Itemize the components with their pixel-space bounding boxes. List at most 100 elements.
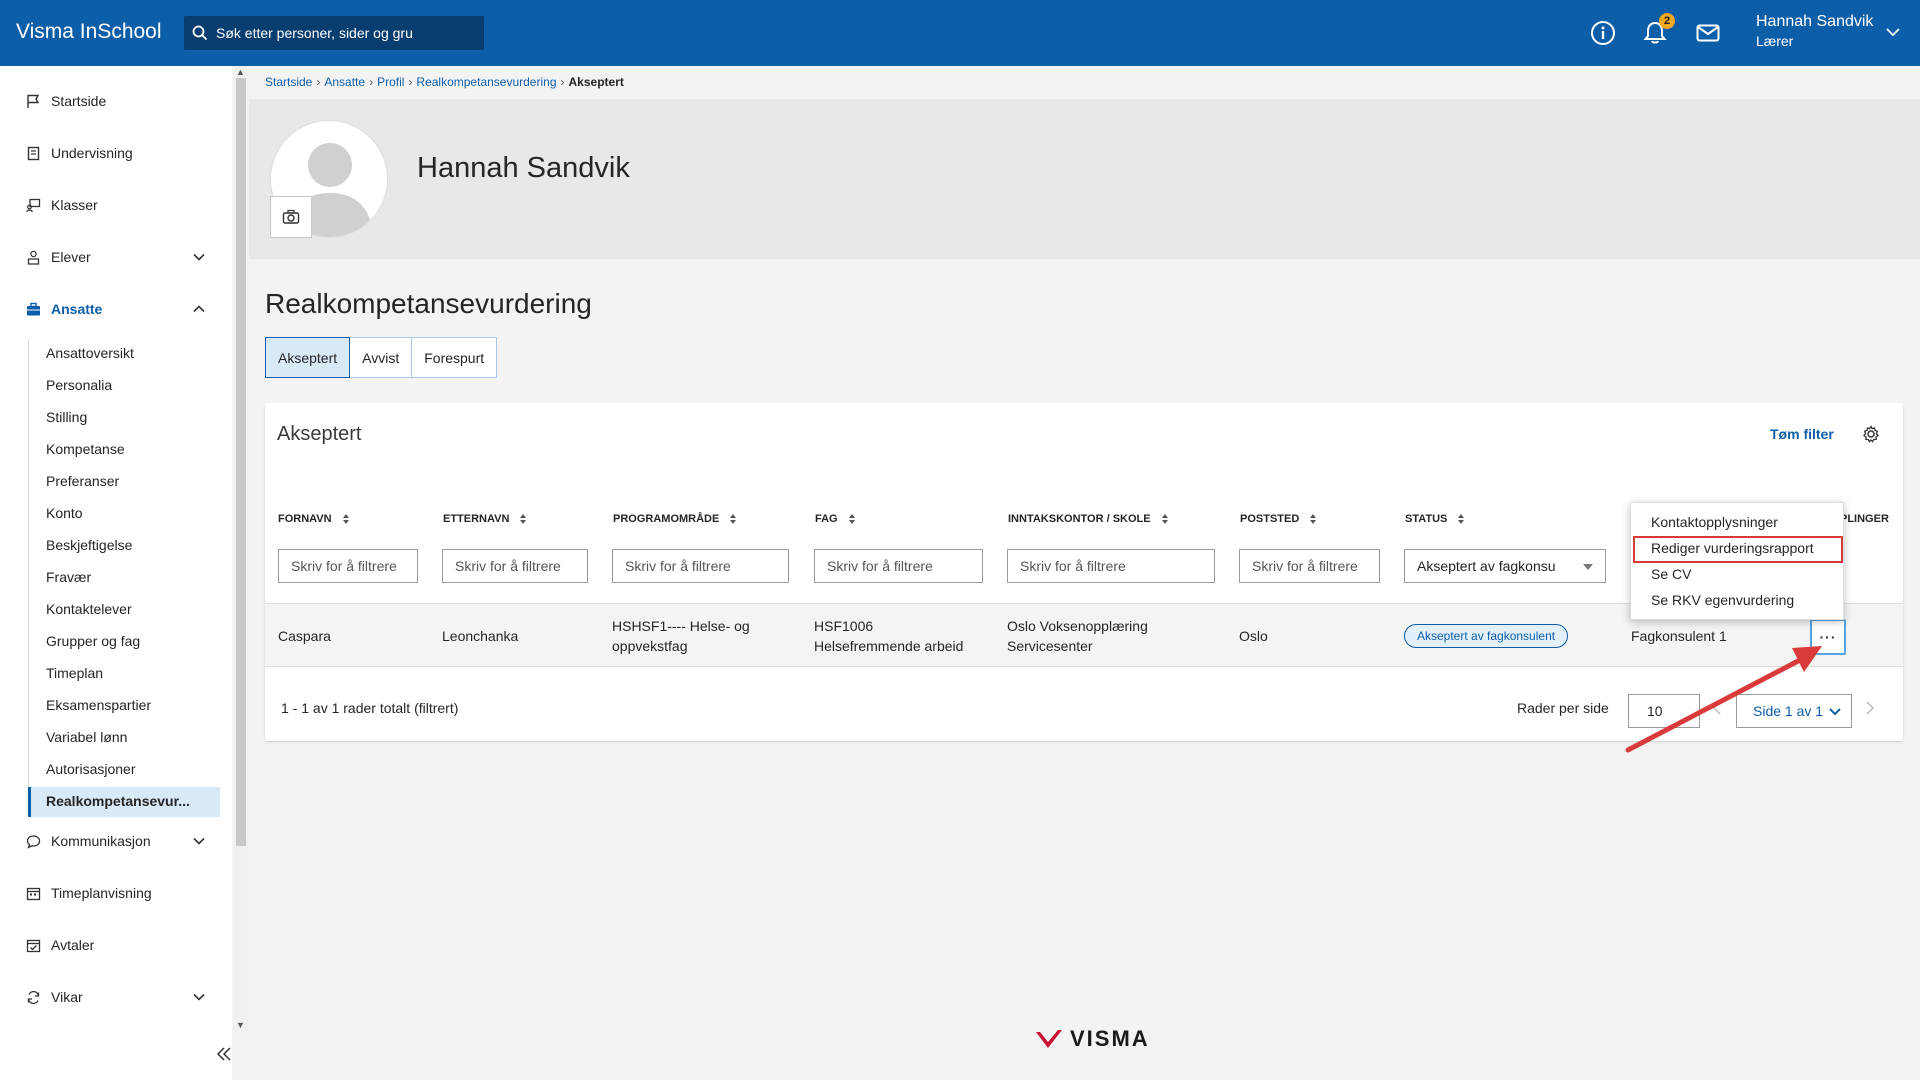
row-count: 1 - 1 av 1 rader totalt (filtrert): [281, 700, 459, 716]
submenu-item[interactable]: Kontaktelever: [46, 601, 132, 617]
column-header-status[interactable]: STATUS: [1405, 513, 1465, 525]
sidebar-scroll-thumb[interactable]: [236, 78, 246, 846]
book-icon: [26, 146, 42, 161]
chevron-down-icon[interactable]: [192, 990, 206, 1004]
submenu-item[interactable]: Preferanser: [46, 473, 119, 489]
filter-programomrade[interactable]: [612, 549, 789, 583]
card-title: Akseptert: [277, 423, 362, 445]
sidebar-item-elever[interactable]: Elever: [26, 245, 91, 269]
chevron-up-icon[interactable]: [192, 302, 206, 316]
sidebar-item-label: Avtaler: [51, 937, 95, 953]
sort-icon: [848, 513, 856, 525]
menu-item-se-cv[interactable]: Se CV: [1651, 566, 1691, 582]
submenu-item[interactable]: Beskjeftigelse: [46, 537, 132, 553]
user-name: Hannah Sandvik: [1756, 13, 1874, 30]
column-header-etternavn[interactable]: ETTERNAVN: [443, 513, 527, 525]
sidebar-item-label: Elever: [51, 249, 91, 265]
change-photo-button[interactable]: [270, 196, 312, 238]
tab-forespurt[interactable]: Forespurt: [412, 337, 498, 378]
breadcrumb-profil[interactable]: Profil: [377, 75, 404, 89]
chevron-left-icon[interactable]: [1711, 700, 1723, 716]
mail-icon[interactable]: [1695, 20, 1721, 46]
menu-item-se-rkv-egenvurdering[interactable]: Se RKV egenvurdering: [1651, 592, 1794, 608]
sidebar-item-undervisning[interactable]: Undervisning: [26, 141, 133, 165]
search-input[interactable]: [216, 25, 456, 41]
scroll-down-icon[interactable]: ▼: [236, 1020, 245, 1030]
submenu-item[interactable]: Autorisasjoner: [46, 761, 136, 777]
chat-icon: [26, 834, 42, 849]
app-brand[interactable]: Visma InSchool: [16, 20, 162, 44]
breadcrumb-realkompetansevurdering[interactable]: Realkompetansevurdering: [416, 75, 556, 89]
submenu-item[interactable]: Timeplan: [46, 665, 103, 681]
info-icon[interactable]: [1590, 20, 1616, 46]
chevron-down-icon[interactable]: [192, 250, 206, 264]
submenu-item[interactable]: Grupper og fag: [46, 633, 140, 649]
clear-filter-button[interactable]: Tøm filter: [1770, 426, 1834, 442]
breadcrumb-ansatte[interactable]: Ansatte: [324, 75, 365, 89]
notification-badge: 2: [1659, 13, 1675, 29]
submenu-item[interactable]: Stilling: [46, 409, 87, 425]
page-title: Realkompetansevurdering: [265, 288, 592, 319]
tab-avvist[interactable]: Avvist: [350, 337, 413, 378]
page-select[interactable]: Side 1 av 1: [1736, 694, 1852, 728]
sidebar-item-timeplanvisning[interactable]: Timeplanvisning: [26, 881, 152, 905]
sidebar-item-kommunikasjon[interactable]: Kommunikasjon: [26, 829, 151, 853]
filter-skole[interactable]: [1007, 549, 1215, 583]
submenu-item[interactable]: Fravær: [46, 569, 91, 585]
column-header-programomrade[interactable]: PROGRAMOMRÅDE: [613, 513, 737, 525]
cell-poststed: Oslo: [1239, 628, 1268, 644]
filter-status-select[interactable]: Akseptert av fagkonsu: [1404, 549, 1606, 583]
row-actions-button[interactable]: ···: [1810, 619, 1846, 655]
sort-icon: [1457, 513, 1465, 525]
column-header-fornavn[interactable]: FORNAVN: [278, 513, 350, 525]
sort-icon: [1309, 513, 1317, 525]
breadcrumb-startside[interactable]: Startside: [265, 75, 312, 89]
menu-item-kontaktopplysninger[interactable]: Kontaktopplysninger: [1651, 514, 1778, 530]
collapse-sidebar-icon[interactable]: [215, 1045, 233, 1063]
user-role: Lærer: [1756, 33, 1794, 49]
filter-fornavn[interactable]: [278, 549, 418, 583]
filter-fag[interactable]: [814, 549, 983, 583]
filter-poststed[interactable]: [1239, 549, 1380, 583]
submenu-item[interactable]: Personalia: [46, 377, 112, 393]
calendar-check-icon: [26, 938, 42, 953]
cell-fag: HSF1006 Helsefremmende arbeid: [814, 618, 964, 654]
submenu-item[interactable]: Eksamenspartier: [46, 697, 151, 713]
gear-icon[interactable]: [1862, 425, 1880, 443]
column-header-handlinger: PLINGER: [1840, 513, 1889, 525]
global-search[interactable]: [184, 16, 484, 50]
sidebar-item-ansatte[interactable]: Ansatte: [26, 297, 102, 321]
sidebar-item-klasser[interactable]: Klasser: [26, 193, 98, 217]
scroll-up-icon[interactable]: ▲: [236, 67, 245, 77]
breadcrumb-current: Akseptert: [568, 75, 624, 89]
filter-etternavn[interactable]: [442, 549, 588, 583]
briefcase-icon: [26, 302, 42, 317]
chevron-right-icon: ›: [369, 75, 374, 89]
search-icon: [192, 25, 208, 41]
sort-icon: [729, 513, 737, 525]
submenu-item[interactable]: Variabel lønn: [46, 729, 127, 745]
sidebar-item-label: Ansatte: [51, 301, 103, 317]
sidebar-item-avtaler[interactable]: Avtaler: [26, 933, 94, 957]
rows-per-page-label: Rader per side: [1517, 700, 1609, 716]
camera-icon: [282, 209, 300, 224]
cell-skole: Oslo Voksenopplæring Servicesenter: [1007, 618, 1148, 654]
column-header-fag[interactable]: FAG: [815, 513, 856, 525]
user-menu[interactable]: Hannah Sandvik Lærer: [1756, 13, 1873, 49]
sidebar-item-startside[interactable]: Startside: [26, 89, 106, 113]
sidebar-item-vikar[interactable]: Vikar: [26, 985, 83, 1009]
chevron-right-icon: ›: [316, 75, 321, 89]
visma-logo-text: VISMA: [1070, 1026, 1150, 1051]
rows-per-page-select[interactable]: 10: [1628, 694, 1700, 728]
submenu-line: [28, 340, 29, 816]
column-header-poststed[interactable]: POSTSTED: [1240, 513, 1317, 525]
submenu-item[interactable]: Konto: [46, 505, 83, 521]
tab-akseptert[interactable]: Akseptert: [265, 337, 351, 378]
chevron-right-icon[interactable]: [1864, 700, 1876, 716]
submenu-item[interactable]: Ansattoversikt: [46, 345, 134, 361]
column-header-skole[interactable]: INNTAKSKONTOR / SKOLE: [1008, 513, 1169, 525]
chevron-down-icon[interactable]: [1885, 24, 1901, 40]
visma-logo-icon: [1036, 1030, 1062, 1048]
submenu-item[interactable]: Kompetanse: [46, 441, 125, 457]
chevron-down-icon[interactable]: [192, 834, 206, 848]
